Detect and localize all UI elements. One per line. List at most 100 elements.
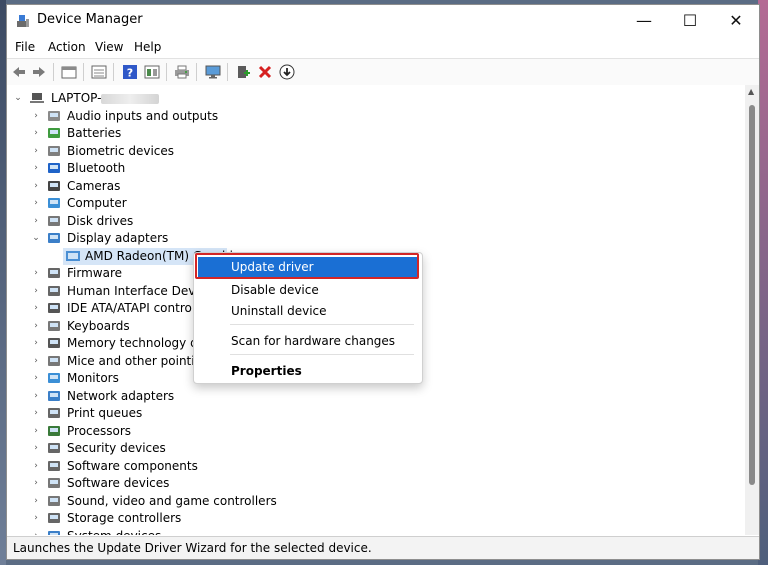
- menu-item-scan-hardware[interactable]: Scan for hardware changes: [198, 331, 418, 351]
- help-icon[interactable]: ?: [122, 64, 138, 80]
- console-tree-icon[interactable]: [91, 64, 107, 80]
- svg-text:?: ?: [127, 67, 133, 80]
- chevron-right-icon[interactable]: ›: [31, 475, 41, 492]
- menu-action[interactable]: Action: [48, 40, 86, 54]
- tree-category-label: Bluetooth: [67, 161, 126, 175]
- menu-item-properties[interactable]: Properties: [198, 361, 418, 381]
- menu-help[interactable]: Help: [134, 40, 161, 54]
- firmware-icon: [48, 268, 60, 278]
- tree-category-label: Mice and other pointing: [67, 353, 210, 368]
- chevron-right-icon[interactable]: ›: [31, 370, 41, 387]
- chevron-right-icon[interactable]: ›: [31, 195, 41, 212]
- menu-item-uninstall-device[interactable]: Uninstall device: [198, 301, 418, 321]
- toolbar: ?: [7, 58, 759, 86]
- chevron-right-icon[interactable]: ›: [31, 160, 41, 177]
- menu-view[interactable]: View: [95, 40, 123, 54]
- chevron-right-icon[interactable]: ›: [31, 143, 41, 160]
- chevron-right-icon[interactable]: ›: [31, 405, 41, 422]
- chevron-right-icon[interactable]: ›: [31, 423, 41, 440]
- tree-category[interactable]: › Storage controllers: [29, 510, 259, 527]
- tree-category-label: Disk drives: [67, 213, 134, 228]
- monitor-icon[interactable]: [205, 64, 221, 80]
- ide-controller-icon: [48, 303, 60, 313]
- chevron-right-icon[interactable]: ›: [31, 213, 41, 230]
- tree-category-label: Security devices: [67, 441, 166, 455]
- chevron-right-icon[interactable]: ›: [31, 353, 41, 370]
- computer-icon: [48, 198, 60, 208]
- tree-root[interactable]: ⌄ LAPTOP-: [13, 90, 213, 107]
- add-driver-icon[interactable]: [235, 64, 251, 80]
- software-component-icon: [48, 460, 60, 471]
- menu-bar: File Action View Help: [7, 38, 759, 58]
- forward-arrow-icon[interactable]: [31, 64, 47, 80]
- camera-icon: [48, 180, 60, 191]
- network-icon: [48, 390, 60, 401]
- scroll-up-arrow-icon[interactable]: ▲: [748, 87, 754, 96]
- menu-separator: [230, 324, 414, 325]
- tree-category[interactable]: › Batteries: [29, 125, 259, 142]
- chevron-right-icon[interactable]: ›: [31, 178, 41, 195]
- tree-category[interactable]: › Network adapters: [29, 388, 259, 405]
- chevron-down-icon[interactable]: ⌄: [13, 90, 23, 107]
- chevron-right-icon[interactable]: ›: [31, 300, 41, 317]
- chevron-right-icon[interactable]: ›: [31, 335, 41, 352]
- delete-icon[interactable]: [257, 64, 273, 80]
- tree-category[interactable]: › Software components: [29, 458, 259, 475]
- chevron-right-icon[interactable]: ›: [31, 440, 41, 457]
- chevron-down-icon[interactable]: ⌄: [31, 230, 41, 247]
- software-device-icon: [48, 478, 60, 488]
- properties-icon[interactable]: [61, 64, 77, 80]
- storage-icon: [48, 513, 60, 523]
- chevron-right-icon[interactable]: ›: [31, 510, 41, 527]
- print-icon[interactable]: [174, 64, 190, 80]
- chevron-right-icon[interactable]: ›: [31, 528, 41, 536]
- tree-category-label: Firmware: [67, 266, 122, 280]
- menu-item-disable-device[interactable]: Disable device: [198, 280, 418, 300]
- minimize-button[interactable]: —: [621, 5, 667, 36]
- chevron-right-icon[interactable]: ›: [31, 318, 41, 335]
- chevron-right-icon[interactable]: ›: [31, 493, 41, 510]
- annotation-highlight-box: [195, 253, 419, 279]
- tree-category[interactable]: › System devices: [29, 528, 259, 536]
- tree-category[interactable]: › Security devices: [29, 440, 259, 457]
- tree-category[interactable]: › Disk drives: [29, 213, 259, 230]
- system-icon: [48, 530, 60, 535]
- back-arrow-icon[interactable]: [11, 64, 27, 80]
- tree-category[interactable]: › Cameras: [29, 178, 259, 195]
- disk-drive-icon: [48, 215, 60, 226]
- tree-category-label: Audio inputs and outputs: [67, 108, 219, 123]
- vertical-scrollbar[interactable]: ▲: [745, 85, 759, 535]
- tree-category[interactable]: › Processors: [29, 423, 259, 440]
- tree-category[interactable]: ⌄ Display adapters: [29, 230, 259, 247]
- tree-category[interactable]: › Computer: [29, 195, 259, 212]
- computer-name-label: LAPTOP-: [51, 90, 160, 107]
- chevron-right-icon[interactable]: ›: [31, 458, 41, 475]
- tree-category[interactable]: › Biometric devices: [29, 143, 259, 160]
- scroll-thumb[interactable]: [749, 105, 755, 485]
- tree-category[interactable]: › Audio inputs and outputs: [29, 108, 259, 125]
- sound-icon: [48, 495, 60, 506]
- menu-file[interactable]: File: [15, 40, 35, 54]
- tree-category-label: Processors: [67, 423, 132, 438]
- chevron-right-icon[interactable]: ›: [31, 265, 41, 282]
- tree-category[interactable]: › Bluetooth: [29, 160, 259, 177]
- chevron-right-icon[interactable]: ›: [31, 125, 41, 142]
- view-icon[interactable]: [144, 64, 160, 80]
- tree-category[interactable]: › Print queues: [29, 405, 259, 422]
- chevron-right-icon[interactable]: ›: [31, 108, 41, 125]
- tree-category[interactable]: › Sound, video and game controllers: [29, 493, 277, 510]
- tree-category-label: Monitors: [67, 371, 119, 385]
- close-button[interactable]: ✕: [713, 5, 759, 36]
- maximize-button[interactable]: ☐: [667, 5, 713, 36]
- tree-category-label: Batteries: [67, 126, 122, 140]
- tree-category-label: Cameras: [67, 178, 121, 193]
- laptop-icon: [30, 93, 44, 103]
- chevron-right-icon[interactable]: ›: [31, 388, 41, 405]
- toolbar-separator: [113, 63, 114, 81]
- chevron-right-icon[interactable]: ›: [31, 283, 41, 300]
- tree-category-label: Computer: [67, 196, 127, 210]
- download-icon[interactable]: [279, 64, 295, 80]
- tree-category-label: Storage controllers: [67, 511, 182, 525]
- tree-category[interactable]: › Software devices: [29, 475, 259, 492]
- toolbar-separator: [83, 63, 84, 81]
